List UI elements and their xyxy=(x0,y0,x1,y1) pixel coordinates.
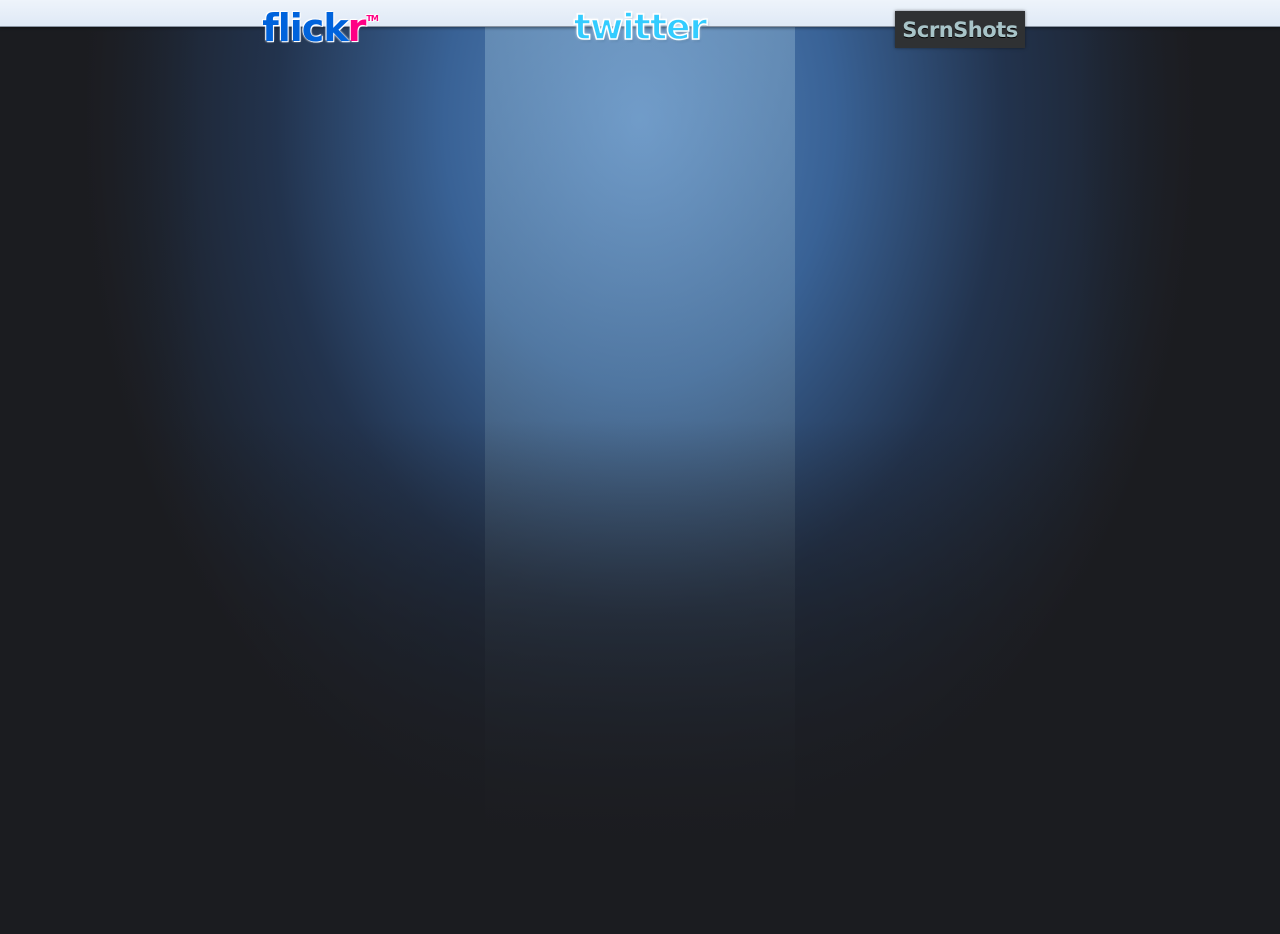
tab-flickr[interactable]: flick r TM xyxy=(258,8,382,48)
page: flick r TM twitter ScrnShots xyxy=(0,0,1280,934)
flickr-logo: flick r TM xyxy=(262,6,379,50)
tab-scrnshots[interactable]: ScrnShots xyxy=(895,11,1025,48)
scrnshots-logo: ScrnShots xyxy=(895,11,1025,48)
twitter-logo: twitter xyxy=(573,7,708,49)
flickr-logo-main: flick xyxy=(262,6,348,50)
tab-twitter[interactable]: twitter xyxy=(572,7,708,49)
background-vignette xyxy=(0,0,1280,934)
flickr-trademark: TM xyxy=(366,14,378,23)
flickr-logo-accent: r xyxy=(347,6,367,50)
